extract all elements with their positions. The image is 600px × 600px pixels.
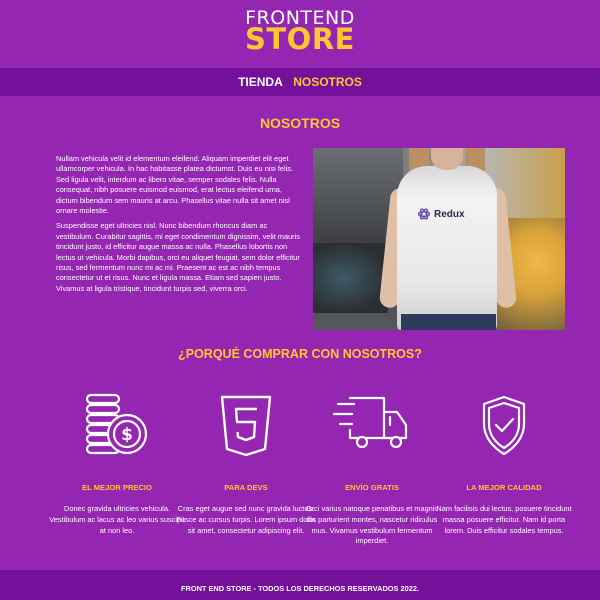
redux-icon — [417, 208, 431, 220]
feature-free-shipping: ENVÍO GRATIS Orci varius natoque penatib… — [302, 392, 442, 545]
photo-car-left — [313, 243, 388, 313]
html5-icon — [220, 395, 272, 457]
photo-jeans — [401, 314, 496, 330]
footer-copyright: FRONT END STORE - TODOS LOS DERECHOS RES… — [180, 584, 420, 593]
feature-description: Cras eget augue sed nunc gravida luctus.… — [176, 504, 316, 535]
photo-tshirt — [397, 166, 497, 330]
feature-description: Nam facilisis dui lectus, posuere tincid… — [436, 504, 572, 535]
feature-description: Donec gravida ultricies vehicula. Vestib… — [49, 504, 185, 535]
feature-title: PARA DEVS — [224, 483, 268, 492]
tshirt-redux-logo: Redux — [417, 205, 477, 225]
feature-for-devs: PARA DEVS Cras eget augue sed nunc gravi… — [176, 392, 316, 535]
feature-title: LA MEJOR CALIDAD — [466, 483, 542, 492]
nav-link-tienda[interactable]: TIENDA — [238, 75, 283, 89]
shield-check-icon — [482, 395, 526, 456]
about-paragraph-2: Suspendisse eget ultricies nisl. Nunc bi… — [56, 221, 300, 293]
why-heading: ¿PORQUÉ COMPRAR CON NOSOTROS? — [178, 347, 422, 361]
feature-best-quality: LA MEJOR CALIDAD Nam facilisis dui lectu… — [434, 392, 574, 535]
delivery-truck-icon — [332, 396, 408, 449]
coins-dollar-icon: $ — [85, 393, 148, 455]
tshirt-logo-label: Redux — [434, 209, 465, 220]
main-navigation: TIENDA NOSOTROS — [0, 68, 600, 96]
svg-text:$: $ — [121, 425, 133, 445]
feature-title: ENVÍO GRATIS — [345, 483, 399, 492]
nav-link-nosotros[interactable]: NOSOTROS — [293, 75, 362, 89]
site-footer: FRONT END STORE - TODOS LOS DERECHOS RES… — [0, 570, 600, 600]
about-text: Nullam vehicula velit id elementum eleif… — [56, 154, 300, 294]
feature-best-price: $ EL MEJOR PRECIO Donec gravida ultricie… — [47, 392, 187, 535]
about-tshirt-photo: Redux — [313, 148, 565, 330]
about-heading: NOSOTROS — [259, 115, 341, 131]
feature-description: Orci varius natoque penatibus et magnis … — [305, 504, 439, 546]
about-paragraph-1: Nullam vehicula velit id elementum eleif… — [56, 154, 294, 216]
logo-text-bottom[interactable]: STORE — [0, 22, 600, 56]
site-header: FRONTEND STORE — [0, 0, 600, 68]
feature-title: EL MEJOR PRECIO — [82, 483, 152, 492]
